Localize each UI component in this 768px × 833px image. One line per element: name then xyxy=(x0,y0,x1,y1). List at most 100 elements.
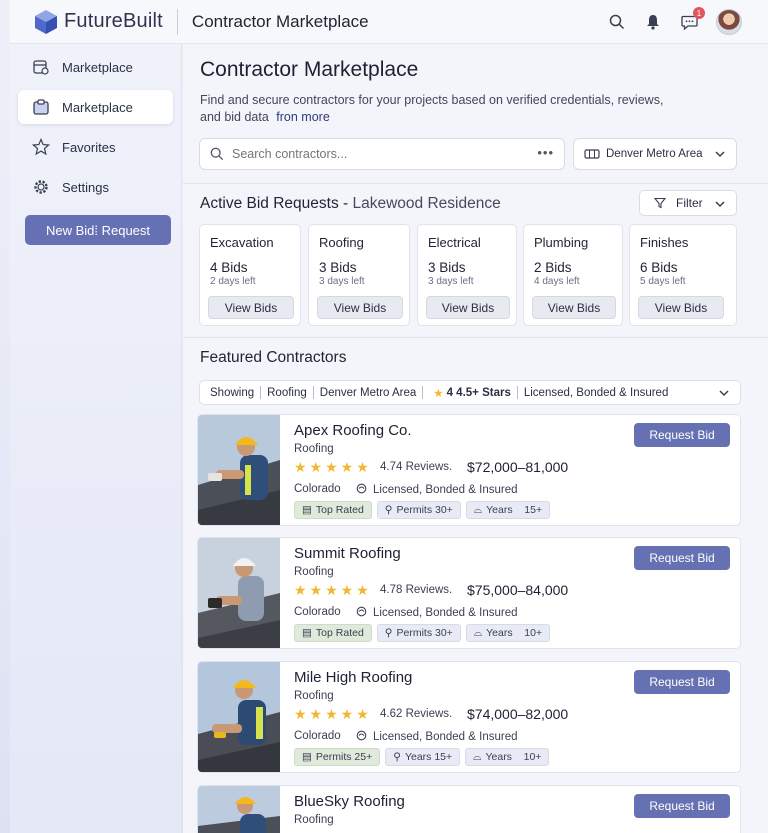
contractor-name[interactable]: BlueSky Roofing xyxy=(294,793,405,810)
certificate-icon: ▤ xyxy=(302,751,312,763)
view-bids-button[interactable]: View Bids xyxy=(317,296,403,319)
contractor-trade: Roofing xyxy=(294,690,334,702)
bid-category: Roofing xyxy=(319,235,364,250)
tag-permits: ▤ Permits 25+ xyxy=(294,748,381,766)
sidebar: Marketplace Marketplace Favorites Settin… xyxy=(10,44,182,833)
tag-label: Permits 30+ xyxy=(396,627,453,639)
sidebar-item-label: Marketplace xyxy=(62,99,133,115)
new-bid-request-button[interactable]: New Bid⁞ Request xyxy=(25,215,171,245)
price-range: $75,000–84,000 xyxy=(467,582,569,598)
tag-top-rated: ▤ Top Rated xyxy=(294,624,372,642)
tag-label: Years 15+ xyxy=(486,504,543,516)
hardhat-icon: ⌓ xyxy=(473,503,483,516)
filter-button[interactable]: Filter xyxy=(639,190,737,216)
rating-stars: ★★★★★ xyxy=(294,459,372,475)
star-icon xyxy=(32,138,50,156)
app-name: FutureBuilt xyxy=(64,10,163,32)
contractor-trade: Roofing xyxy=(294,566,334,578)
filter-license: Licensed, Bonded & Insured xyxy=(523,386,669,399)
contractor-name[interactable]: Mile High Roofing xyxy=(294,669,412,686)
divider xyxy=(312,386,314,399)
divider xyxy=(516,386,518,399)
bid-time-left: 3 days left xyxy=(428,276,474,287)
review-count[interactable]: 4.74 Reviews. xyxy=(380,461,452,473)
subtitle-text: Find and secure contractors for your pro… xyxy=(200,93,664,124)
view-bids-button[interactable]: View Bids xyxy=(426,296,510,319)
sidebar-item-favorites[interactable]: Favorites xyxy=(18,130,173,164)
filter-icon xyxy=(654,197,666,209)
sidebar-item-marketplace-schedule[interactable]: Marketplace xyxy=(18,50,173,84)
contractor-card[interactable]: Apex Roofing Co. Roofing ★★★★★ 4.74 Revi… xyxy=(197,414,741,526)
contractor-name[interactable]: Apex Roofing Co. xyxy=(294,422,412,439)
bid-count: 2 Bids xyxy=(534,260,572,275)
tag-label: Years 15+ xyxy=(404,751,453,763)
chevron-down-icon xyxy=(719,390,729,397)
review-count[interactable]: 4.78 Reviews. xyxy=(380,584,452,596)
filter-summary-bar[interactable]: Showing Roofing Denver Metro Area ★ 4 4.… xyxy=(199,380,741,405)
avatar[interactable] xyxy=(716,9,742,35)
request-bid-button[interactable]: Request Bid xyxy=(634,423,730,447)
logo[interactable]: FutureBuilt xyxy=(34,9,163,35)
shield-check-icon xyxy=(356,483,367,497)
learn-more-link[interactable]: fron more xyxy=(276,110,330,124)
contractor-card[interactable]: BlueSky Roofing Roofing Request Bid xyxy=(197,785,741,833)
divider xyxy=(260,386,262,399)
search-icon[interactable] xyxy=(608,13,626,31)
contractor-name[interactable]: Summit Roofing xyxy=(294,545,401,562)
bell-icon[interactable] xyxy=(644,13,662,31)
view-bids-button[interactable]: View Bids xyxy=(532,296,616,319)
bid-count: 3 Bids xyxy=(428,260,466,275)
search-input[interactable] xyxy=(232,147,532,161)
cube-logo-icon xyxy=(35,9,57,34)
contractor-photo xyxy=(198,662,280,772)
notification-badge: 1 xyxy=(693,7,705,19)
chat-icon[interactable]: 1 xyxy=(680,7,705,31)
shield-check-icon xyxy=(356,606,367,620)
bid-time-left: 3 days left xyxy=(319,276,365,287)
tag-label: Top Rated xyxy=(315,627,364,639)
bid-time-left: 5 days left xyxy=(640,276,686,287)
tag-label: Years 10+ xyxy=(486,627,543,639)
bid-card-electrical: Electrical 3 Bids 3 days left View Bids xyxy=(417,224,517,326)
contractor-trade: Roofing xyxy=(294,814,334,826)
license-text: Licensed, Bonded & Insured xyxy=(373,731,518,743)
contractor-location: Colorado xyxy=(294,483,341,495)
bid-count: 6 Bids xyxy=(640,260,678,275)
tag-label: Years 10+ xyxy=(485,751,542,763)
tag-label: Top Rated xyxy=(315,504,364,516)
location-select[interactable]: Denver Metro Area xyxy=(573,138,737,170)
request-bid-button[interactable]: Request Bid xyxy=(634,670,730,694)
top-bar: FutureBuilt Contractor Marketplace 1 xyxy=(10,0,768,44)
request-bid-button[interactable]: Request Bid xyxy=(634,546,730,570)
view-bids-button[interactable]: View Bids xyxy=(638,296,724,319)
contractor-card[interactable]: Mile High Roofing Roofing ★★★★★ 4.62 Rev… xyxy=(197,661,741,773)
contractor-photo xyxy=(198,415,280,525)
calendar-gear-icon xyxy=(32,58,50,76)
review-count[interactable]: 4.62 Reviews. xyxy=(380,708,452,720)
request-bid-button[interactable]: Request Bid xyxy=(634,794,730,818)
tag-top-rated: ▤ Top Rated xyxy=(294,501,372,519)
sidebar-item-marketplace[interactable]: Marketplace xyxy=(18,90,173,124)
contractor-card[interactable]: Summit Roofing Roofing ★★★★★ 4.78 Review… xyxy=(197,537,741,649)
chevron-down-icon xyxy=(715,201,725,208)
sidebar-item-settings[interactable]: Settings xyxy=(18,170,173,204)
main-content: Contractor Marketplace Find and secure c… xyxy=(183,44,768,833)
view-bids-button[interactable]: View Bids xyxy=(208,296,294,319)
tag-permits: ⚲ Permits 30+ xyxy=(376,624,461,642)
chevron-down-icon xyxy=(715,151,725,158)
bid-count: 4 Bids xyxy=(210,260,248,275)
more-options-icon[interactable]: ••• xyxy=(537,145,554,160)
bid-card-excavation: Excavation 4 Bids 2 days left View Bids xyxy=(199,224,301,326)
license-text: Licensed, Bonded & Insured xyxy=(373,607,518,619)
page-title: Contractor Marketplace xyxy=(191,11,369,31)
hardhat-icon: ⌓ xyxy=(473,750,482,763)
tag-list: ▤ Permits 25+ ⚲ Years 15+ ⌓ Years 10+ xyxy=(294,748,550,766)
rating-stars: ★★★★★ xyxy=(294,706,372,722)
main-subtitle: Find and secure contractors for your pro… xyxy=(200,92,670,126)
bid-category: Plumbing xyxy=(534,235,589,250)
contractor-location: Colorado xyxy=(294,606,341,618)
shield-check-icon xyxy=(356,730,367,744)
certificate-icon: ▤ xyxy=(302,504,312,516)
contractor-photo xyxy=(198,538,280,648)
search-bar[interactable]: ••• xyxy=(199,138,565,170)
